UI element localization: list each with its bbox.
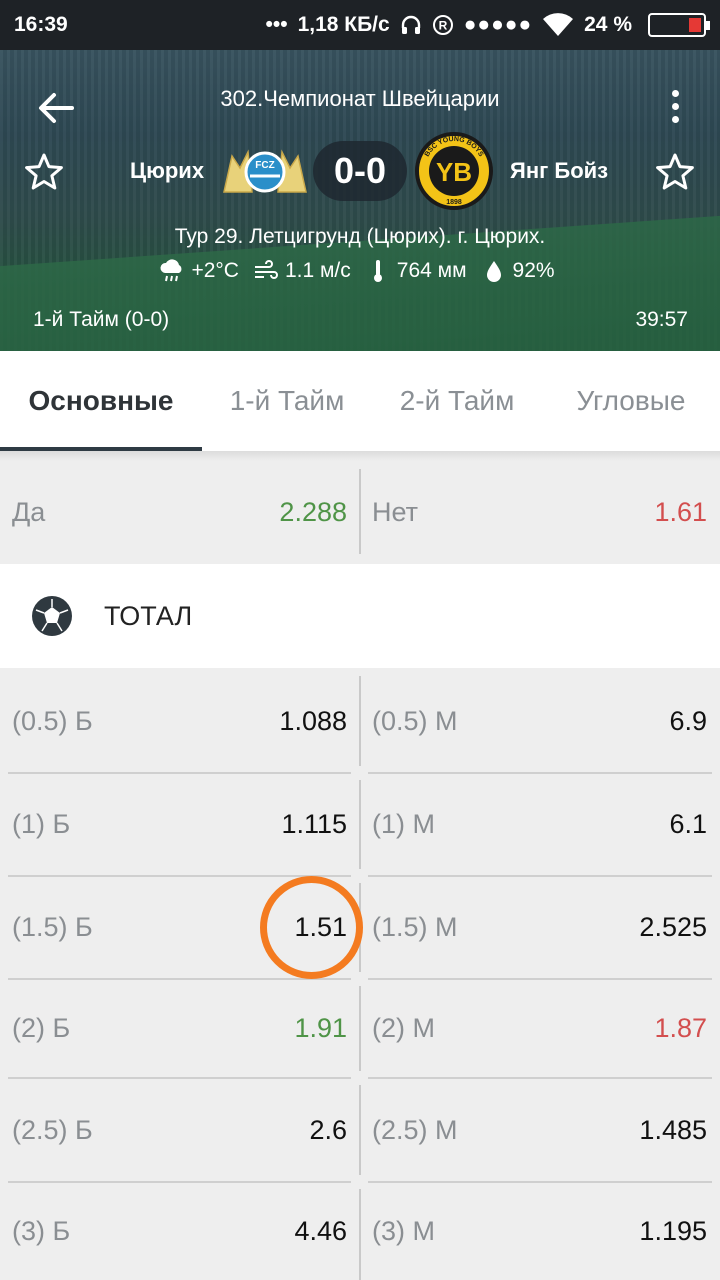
match-score: 0-0 [313, 141, 407, 201]
under-odds-cell[interactable]: (1) М 6.1 [360, 774, 720, 875]
wind-speed: 1.1 м/с [284, 259, 351, 282]
under-label: (0.5) М [372, 705, 458, 736]
match-clock: 39:57 [635, 308, 688, 331]
home-team-crest-icon: FCZ [223, 149, 307, 193]
ellipsis-icon: ••• [265, 13, 288, 36]
away-team-crest-icon: YB BSC YOUNG BOYS 1898 [415, 132, 493, 210]
temperature: +2°C [191, 259, 239, 282]
over-label: (1) Б [12, 809, 71, 839]
market-tabs: Основные 1-й Тайм 2-й Тайм Угловые [0, 351, 720, 451]
home-team-name: Цюрих [130, 158, 205, 183]
under-label: (2) М [372, 1013, 435, 1043]
wind-icon [254, 260, 278, 279]
signal-dots-icon: ●●●●● [463, 13, 533, 36]
svg-text:1898: 1898 [446, 199, 462, 206]
over-label: (3) Б [12, 1216, 71, 1246]
headphones-icon [401, 15, 420, 34]
soccer-ball-icon [32, 596, 72, 636]
tab-second-half[interactable]: 2-й Тайм [372, 351, 542, 451]
tab-corners[interactable]: Угловые [542, 351, 720, 451]
over-odds-cell[interactable]: (0.5) Б 1.088 [0, 670, 360, 772]
svg-text:YB: YB [436, 157, 472, 187]
cloud-rain-icon [160, 259, 182, 282]
under-label: (1.5) М [372, 912, 458, 942]
humidity-drop-icon [486, 261, 501, 282]
under-odds-value: 1.87 [654, 1013, 707, 1043]
total-section-title: ТОТАЛ [104, 600, 193, 631]
league-title: 302.Чемпионат Швейцарии [220, 86, 500, 111]
match-period: 1-й Тайм (0-0) [33, 308, 170, 331]
under-odds-cell[interactable]: (2) М 1.87 [360, 980, 720, 1077]
over-odds-value: 1.088 [279, 705, 347, 736]
over-label: (1.5) Б [12, 912, 93, 942]
under-label: (3) М [372, 1216, 435, 1246]
favorite-home-star-icon[interactable] [24, 152, 64, 192]
over-odds-cell[interactable]: (2.5) Б 2.6 [0, 1079, 360, 1181]
over-label: (2) Б [12, 1013, 71, 1043]
tab-first-half[interactable]: 1-й Тайм [202, 351, 372, 451]
favorite-away-star-icon[interactable] [655, 152, 695, 192]
no-label: Нет [372, 497, 418, 527]
over-odds-cell[interactable]: (3) Б 4.46 [0, 1183, 360, 1280]
under-odds-value: 1.485 [639, 1114, 707, 1145]
status-time: 16:39 [14, 13, 68, 36]
network-speed: 1,18 КБ/с [297, 13, 390, 36]
under-odds-cell[interactable]: (3) М 1.195 [360, 1183, 720, 1280]
match-header: 302.Чемпионат Швейцарии Цюрих FCZ 0-0 YB… [0, 50, 720, 351]
tab-main[interactable]: Основные [0, 351, 202, 451]
under-odds-cell[interactable]: (2.5) М 1.485 [360, 1079, 720, 1181]
over-odds-cell[interactable]: (2) Б 1.91 [0, 980, 360, 1077]
yes-odds-cell[interactable]: Да 2.288 [0, 461, 360, 564]
over-label: (0.5) Б [12, 705, 93, 736]
away-team-name: Янг Бойз [510, 158, 609, 183]
over-odds-value: 4.46 [294, 1216, 347, 1246]
yes-label: Да [12, 497, 46, 527]
battery-icon [648, 13, 710, 37]
no-odds-cell[interactable]: Нет 1.61 [360, 461, 720, 564]
registered-icon: R [432, 15, 453, 35]
yes-odds-value: 2.288 [279, 497, 347, 527]
total-section-header[interactable]: ТОТАЛ [0, 564, 720, 668]
status-bar: 16:39 ••• 1,18 КБ/с R ●●●●● 24 % [0, 0, 720, 50]
highlight-circle-annotation [260, 876, 363, 979]
svg-text:FCZ: FCZ [255, 160, 274, 171]
over-odds-value: 1.115 [281, 809, 347, 839]
svg-text:R: R [438, 19, 447, 33]
under-odds-value: 1.195 [639, 1216, 707, 1246]
under-odds-value: 6.1 [669, 809, 707, 839]
under-odds-value: 2.525 [639, 912, 707, 942]
over-odds-cell[interactable]: (1) Б 1.115 [0, 774, 360, 875]
weather-row: +2°C 1.1 м/с 764 мм 92% [0, 258, 720, 284]
venue-info: Тур 29. Летцигрунд (Цюрих). г. Цюрих. [174, 225, 546, 248]
over-odds-value: 2.6 [309, 1114, 347, 1145]
thermometer-icon [373, 260, 382, 282]
battery-percent: 24 % [584, 13, 632, 36]
humidity: 92% [512, 259, 555, 282]
under-odds-cell[interactable]: (1.5) М 2.525 [360, 877, 720, 978]
under-odds-cell[interactable]: (0.5) М 6.9 [360, 670, 720, 772]
over-odds-value: 1.91 [294, 1013, 347, 1043]
under-label: (2.5) М [372, 1114, 458, 1145]
over-label: (2.5) Б [12, 1114, 93, 1145]
pressure: 764 мм [396, 259, 467, 282]
more-menu-icon[interactable] [672, 90, 680, 124]
under-label: (1) М [372, 809, 435, 839]
under-odds-value: 6.9 [669, 705, 707, 736]
no-odds-value: 1.61 [654, 497, 707, 527]
wifi-icon [543, 13, 574, 37]
